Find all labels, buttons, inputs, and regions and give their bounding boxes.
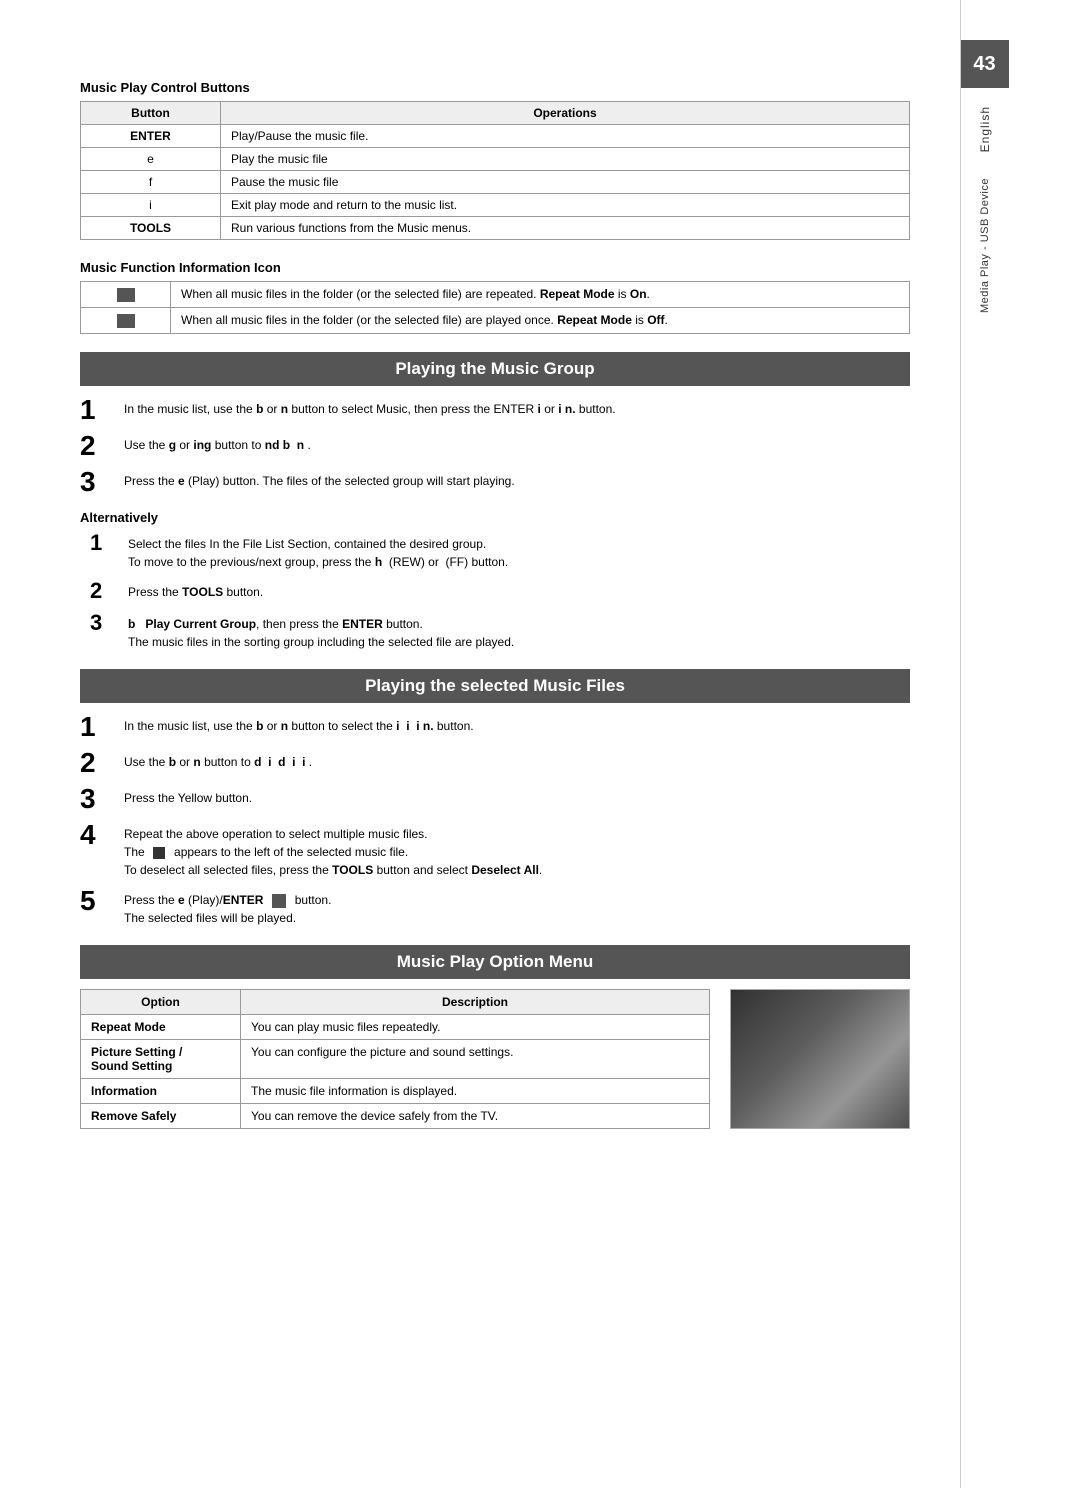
table-row: i Exit play mode and return to the music… bbox=[81, 194, 910, 217]
enter-icon bbox=[272, 894, 286, 908]
table-row: Repeat Mode You can play music files rep… bbox=[81, 1014, 710, 1039]
repeat-off-icon bbox=[117, 314, 135, 328]
step-number: 4 bbox=[80, 821, 116, 849]
button-cell: f bbox=[81, 171, 221, 194]
option-name: Picture Setting /Sound Setting bbox=[81, 1039, 241, 1078]
music-function-info-table: When all music files in the folder (or t… bbox=[80, 281, 910, 334]
table-row: When all music files in the folder (or t… bbox=[81, 282, 910, 308]
option-description: You can configure the picture and sound … bbox=[241, 1039, 710, 1078]
step-row: 3 Press the Yellow button. bbox=[80, 785, 910, 813]
button-cell: TOOLS bbox=[81, 217, 221, 240]
main-content: Music Play Control Buttons Button Operat… bbox=[0, 0, 960, 1488]
step-content: In the music list, use the b or n button… bbox=[124, 396, 616, 418]
button-cell: ENTER bbox=[81, 125, 221, 148]
step-content: Use the g or ing button to nd b n . bbox=[124, 432, 311, 454]
check-icon bbox=[153, 847, 165, 859]
option-description: You can remove the device safely from th… bbox=[241, 1103, 710, 1128]
button-cell: i bbox=[81, 194, 221, 217]
option-name: Repeat Mode bbox=[81, 1014, 241, 1039]
icon-cell bbox=[81, 307, 171, 333]
step-number: 1 bbox=[80, 396, 116, 424]
table-header-ops: Operations bbox=[221, 102, 910, 125]
step-row: 2 Press the TOOLS button. bbox=[90, 579, 910, 603]
step-content: b Play Current Group, then press the ENT… bbox=[128, 611, 514, 651]
step-number: 2 bbox=[80, 432, 116, 460]
alternatively-title: Alternatively bbox=[80, 510, 910, 525]
option-description: The music file information is displayed. bbox=[241, 1078, 710, 1103]
step-content: Use the b or n button to d i d i i . bbox=[124, 749, 312, 771]
step-number: 1 bbox=[80, 713, 116, 741]
table-row: f Pause the music file bbox=[81, 171, 910, 194]
step-content: Press the TOOLS button. bbox=[128, 579, 263, 601]
step-content: Press the e (Play) button. The files of … bbox=[124, 468, 515, 490]
step-number: 5 bbox=[80, 887, 116, 915]
option-col-header: Option bbox=[81, 989, 241, 1014]
music-play-control-title: Music Play Control Buttons bbox=[80, 80, 910, 95]
step-row: 1 In the music list, use the b or n butt… bbox=[80, 396, 910, 424]
music-group-steps: 1 In the music list, use the b or n butt… bbox=[80, 396, 910, 496]
step-row: 2 Use the b or n button to d i d i i . bbox=[80, 749, 910, 777]
selected-music-steps: 1 In the music list, use the b or n butt… bbox=[80, 713, 910, 927]
option-table-wrap: Option Description Repeat Mode You can p… bbox=[80, 989, 710, 1139]
option-description: You can play music files repeatedly. bbox=[241, 1014, 710, 1039]
step-row: 2 Use the g or ing button to nd b n . bbox=[80, 432, 910, 460]
step-row: 1 In the music list, use the b or n butt… bbox=[80, 713, 910, 741]
option-name: Information bbox=[81, 1078, 241, 1103]
step-row: 1 Select the files In the File List Sect… bbox=[90, 531, 910, 571]
step-content: Press the e (Play)/ENTER button. The sel… bbox=[124, 887, 331, 927]
operation-cell: Pause the music file bbox=[221, 171, 910, 194]
icon-cell bbox=[81, 282, 171, 308]
step-number: 3 bbox=[80, 468, 116, 496]
operation-cell: Run various functions from the Music men… bbox=[221, 217, 910, 240]
play-music-group-header: Playing the Music Group bbox=[80, 352, 910, 386]
table-row: TOOLS Run various functions from the Mus… bbox=[81, 217, 910, 240]
option-table: Option Description Repeat Mode You can p… bbox=[80, 989, 710, 1129]
playing-selected-header: Playing the selected Music Files bbox=[80, 669, 910, 703]
step-row: 3 Press the e (Play) button. The files o… bbox=[80, 468, 910, 496]
table-row: e Play the music file bbox=[81, 148, 910, 171]
page-container: Music Play Control Buttons Button Operat… bbox=[0, 0, 1080, 1488]
page-number: 43 bbox=[961, 40, 1009, 88]
button-cell: e bbox=[81, 148, 221, 171]
info-description: When all music files in the folder (or t… bbox=[171, 282, 910, 308]
step-content: In the music list, use the b or n button… bbox=[124, 713, 474, 735]
table-row: Information The music file information i… bbox=[81, 1078, 710, 1103]
info-description: When all music files in the folder (or t… bbox=[171, 307, 910, 333]
step-row: 4 Repeat the above operation to select m… bbox=[80, 821, 910, 879]
alternatively-steps: 1 Select the files In the File List Sect… bbox=[90, 531, 910, 651]
table-row: When all music files in the folder (or t… bbox=[81, 307, 910, 333]
step-number: 3 bbox=[90, 611, 120, 635]
step-row: 5 Press the e (Play)/ENTER button. The s… bbox=[80, 887, 910, 927]
table-row: Picture Setting /Sound Setting You can c… bbox=[81, 1039, 710, 1078]
step-number: 3 bbox=[80, 785, 116, 813]
step-number: 1 bbox=[90, 531, 120, 555]
step-row: 3 b Play Current Group, then press the E… bbox=[90, 611, 910, 651]
side-label-media: Media Play - USB Device bbox=[979, 170, 991, 321]
side-tab: 43 English Media Play - USB Device bbox=[960, 0, 1008, 1488]
side-label-english: English bbox=[978, 98, 992, 160]
step-content: Repeat the above operation to select mul… bbox=[124, 821, 542, 879]
table-row: ENTER Play/Pause the music file. bbox=[81, 125, 910, 148]
music-function-info-title: Music Function Information Icon bbox=[80, 260, 910, 275]
music-play-control-table: Button Operations ENTER Play/Pause the m… bbox=[80, 101, 910, 240]
step-content: Select the files In the File List Sectio… bbox=[128, 531, 508, 571]
option-name: Remove Safely bbox=[81, 1103, 241, 1128]
repeat-on-icon bbox=[117, 288, 135, 302]
description-col-header: Description bbox=[241, 989, 710, 1014]
table-row: Remove Safely You can remove the device … bbox=[81, 1103, 710, 1128]
step-number: 2 bbox=[90, 579, 120, 603]
option-menu-header: Music Play Option Menu bbox=[80, 945, 910, 979]
operation-cell: Play the music file bbox=[221, 148, 910, 171]
operation-cell: Exit play mode and return to the music l… bbox=[221, 194, 910, 217]
step-content: Press the Yellow button. bbox=[124, 785, 252, 807]
option-section: Option Description Repeat Mode You can p… bbox=[80, 989, 910, 1139]
operation-cell: Play/Pause the music file. bbox=[221, 125, 910, 148]
table-header-button: Button bbox=[81, 102, 221, 125]
option-menu-screenshot bbox=[730, 989, 910, 1129]
option-menu-image-inner bbox=[731, 990, 909, 1128]
step-number: 2 bbox=[80, 749, 116, 777]
